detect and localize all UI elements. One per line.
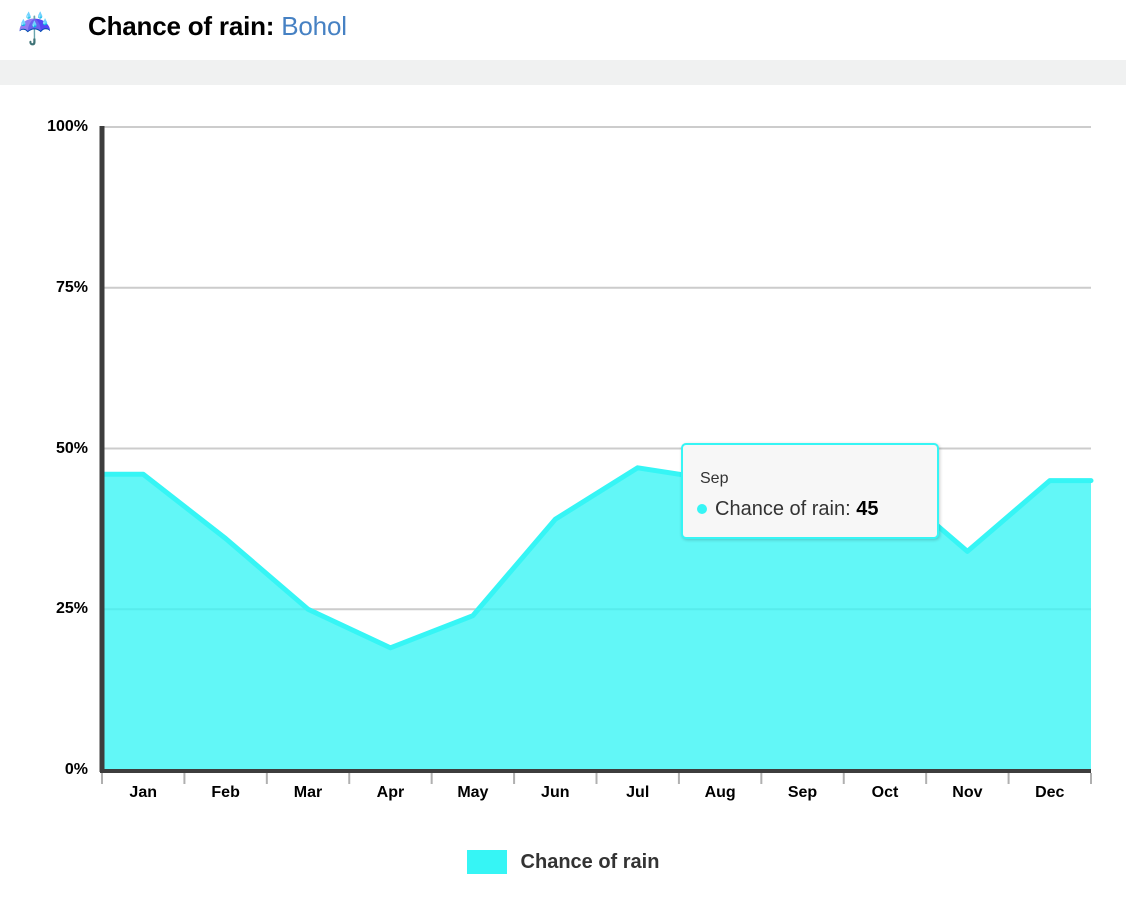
x-axis-tick-label: Jun — [541, 783, 569, 803]
page-title: Chance of rain: Bohol — [88, 8, 347, 44]
x-axis-tick-label: Nov — [952, 783, 982, 803]
legend-item-label: Chance of rain — [521, 850, 660, 874]
y-axis-tick-label: 0% — [65, 762, 88, 778]
chart-y-axis-labels: 0% 25% 50% 75% 100% — [0, 85, 88, 785]
umbrella-with-rain-drops-icon: ☔ — [13, 8, 57, 52]
chart-plot-area — [102, 468, 1091, 770]
y-axis-tick-label: 100% — [47, 119, 88, 135]
area-fill — [102, 468, 1091, 770]
x-axis-tick-label: Sep — [788, 783, 817, 803]
x-axis-tick-label: Mar — [294, 783, 322, 803]
x-axis-tick-label: Jan — [129, 783, 157, 803]
legend-swatch-icon — [467, 850, 507, 874]
x-axis-tick-label: Oct — [872, 783, 899, 803]
y-axis-tick-label: 25% — [56, 601, 88, 617]
header-divider-band — [0, 60, 1126, 85]
x-axis-tick-label: May — [457, 783, 488, 803]
x-axis-tick-label: Apr — [377, 783, 405, 803]
x-axis-tick-label: Jul — [626, 783, 649, 803]
x-axis-tick-label: Feb — [211, 783, 239, 803]
chart-x-axis-labels: Jan Feb Mar Apr May Jun Jul Aug Sep Oct Nov Dec — [0, 783, 1126, 813]
tooltip-category: Sep — [700, 470, 728, 488]
chart-container: 0% 25% 50% 75% 100% Jan Feb Mar Apr May Jun Jul Aug… — [0, 85, 1126, 910]
tooltip-series-row: Chance of rain: 45 — [697, 498, 878, 520]
page-title-location: Bohol — [281, 11, 347, 41]
x-axis-tick-label: Dec — [1035, 783, 1064, 803]
tooltip-series-value: 45 — [856, 498, 878, 520]
page-header: ☔ Chance of rain: Bohol — [0, 0, 1126, 60]
tooltip-series-label: Chance of rain: — [715, 498, 851, 520]
tooltip-series-dot-icon — [697, 504, 707, 514]
y-axis-tick-label: 50% — [56, 441, 88, 457]
chart-legend: Chance of rain — [0, 850, 1126, 890]
y-axis-tick-label: 75% — [56, 280, 88, 296]
legend-item-chance-of-rain[interactable]: Chance of rain — [467, 850, 660, 874]
page-title-prefix: Chance of rain: — [88, 11, 274, 41]
x-axis-tick-label: Aug — [705, 783, 736, 803]
chart-tooltip: Sep Chance of rain: 45 — [681, 443, 939, 539]
